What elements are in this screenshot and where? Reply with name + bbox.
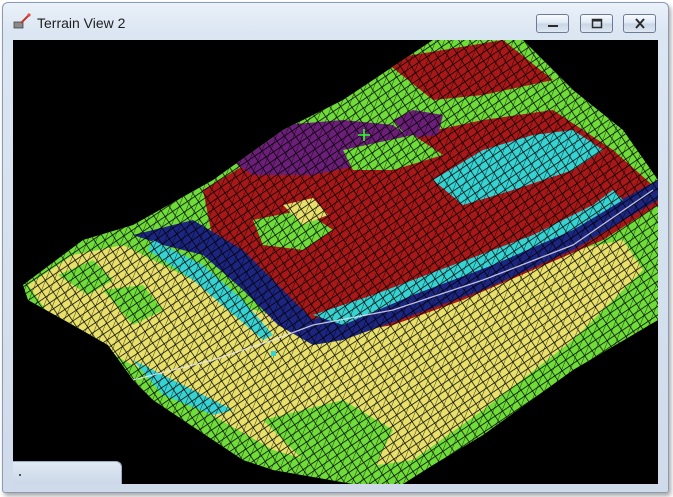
status-indicator	[19, 474, 21, 476]
status-tab[interactable]	[13, 461, 122, 484]
title-bar[interactable]: Terrain View 2	[3, 3, 668, 37]
minimize-icon	[547, 24, 558, 27]
terrain-mesh	[23, 40, 658, 484]
maximize-button[interactable]	[580, 14, 613, 33]
window-title: Terrain View 2	[37, 15, 126, 31]
minimize-button[interactable]	[536, 14, 569, 33]
terrain-view-window: Terrain View 2	[2, 2, 669, 493]
terrain-viewport[interactable]	[13, 40, 658, 484]
close-icon	[634, 18, 645, 29]
close-button[interactable]	[623, 14, 656, 33]
maximize-icon	[591, 18, 602, 29]
terrain-tool-icon	[13, 13, 31, 29]
